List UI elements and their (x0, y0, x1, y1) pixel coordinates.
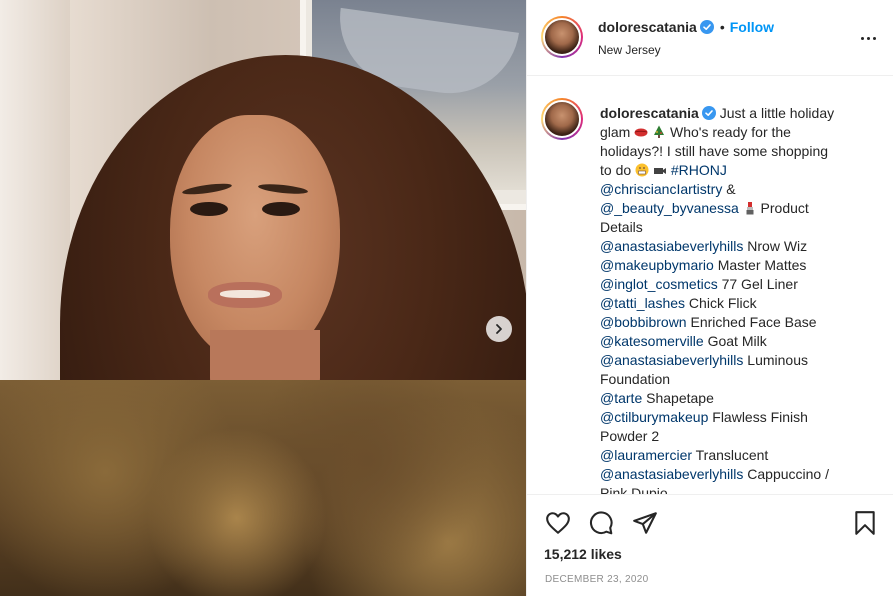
caption-username[interactable]: dolorescatania (600, 105, 699, 121)
post-side-panel: dolorescatania • Follow New Jersey dolor… (526, 0, 893, 596)
lipstick-emoji (746, 202, 754, 215)
comment-icon (590, 511, 613, 535)
camera-emoji (653, 168, 666, 174)
caption-text: dolorescatania Just a little holiday gla… (600, 105, 835, 494)
bookmark-icon (855, 511, 875, 535)
photo-teeth (220, 290, 270, 298)
mention-link[interactable]: @makeupbymario (600, 257, 714, 273)
mention-link[interactable]: @lauramercier (600, 447, 692, 463)
post-header: dolorescatania • Follow New Jersey (527, 0, 893, 76)
comment-button[interactable] (587, 509, 615, 537)
lips-emoji (634, 128, 648, 137)
mention-link[interactable]: @inglot_cosmetics (600, 276, 718, 292)
header-username[interactable]: dolorescatania (598, 19, 697, 35)
likes-count[interactable]: 15,212 likes (544, 546, 622, 562)
header-separator: • (719, 19, 725, 35)
post-photo[interactable] (0, 0, 526, 596)
post-date[interactable]: DECEMBER 23, 2020 (545, 574, 648, 585)
mention-link[interactable]: @tatti_lashes (600, 295, 685, 311)
mention-link[interactable]: @bobbibrown (600, 314, 687, 330)
follow-button[interactable]: Follow (730, 19, 774, 35)
mention-link[interactable]: @katesomerville (600, 333, 704, 349)
header-name-row: dolorescatania • Follow (598, 19, 774, 35)
post-actions: 15,212 likes DECEMBER 23, 2020 (527, 494, 893, 596)
chevron-right-icon (496, 324, 502, 334)
more-icon[interactable] (858, 28, 878, 48)
mention-link[interactable]: @anastasiabeverlyhills (600, 466, 743, 482)
mention-link[interactable]: @tarte (600, 390, 642, 406)
verified-icon (699, 20, 714, 34)
photo-eye-right (262, 202, 300, 216)
photo-eye-left (190, 202, 228, 216)
mention-link[interactable]: @_beauty_byvanessa (600, 200, 739, 216)
photo-face (170, 115, 340, 365)
caption-area: dolorescatania Just a little holiday gla… (527, 77, 893, 494)
share-icon (633, 512, 657, 534)
tree-emoji (654, 125, 665, 138)
avatar[interactable] (541, 16, 583, 58)
mention-link[interactable]: @anastasiabeverlyhills (600, 238, 743, 254)
verified-icon (701, 106, 716, 120)
save-button[interactable] (851, 509, 879, 537)
photo-fur-coat (0, 380, 526, 596)
location-link[interactable]: New Jersey (598, 43, 661, 57)
next-photo-button[interactable] (486, 316, 512, 342)
heart-icon (546, 512, 570, 534)
hashtag-link[interactable]: #RHONJ (671, 162, 727, 178)
grimace-emoji (635, 163, 649, 177)
share-button[interactable] (631, 509, 659, 537)
mention-link[interactable]: @ctilburymakeup (600, 409, 708, 425)
mention-link[interactable]: @chrisciancIartistry (600, 181, 722, 197)
caption-avatar[interactable] (541, 98, 583, 140)
like-button[interactable] (544, 509, 572, 537)
mention-link[interactable]: @anastasiabeverlyhills (600, 352, 743, 368)
